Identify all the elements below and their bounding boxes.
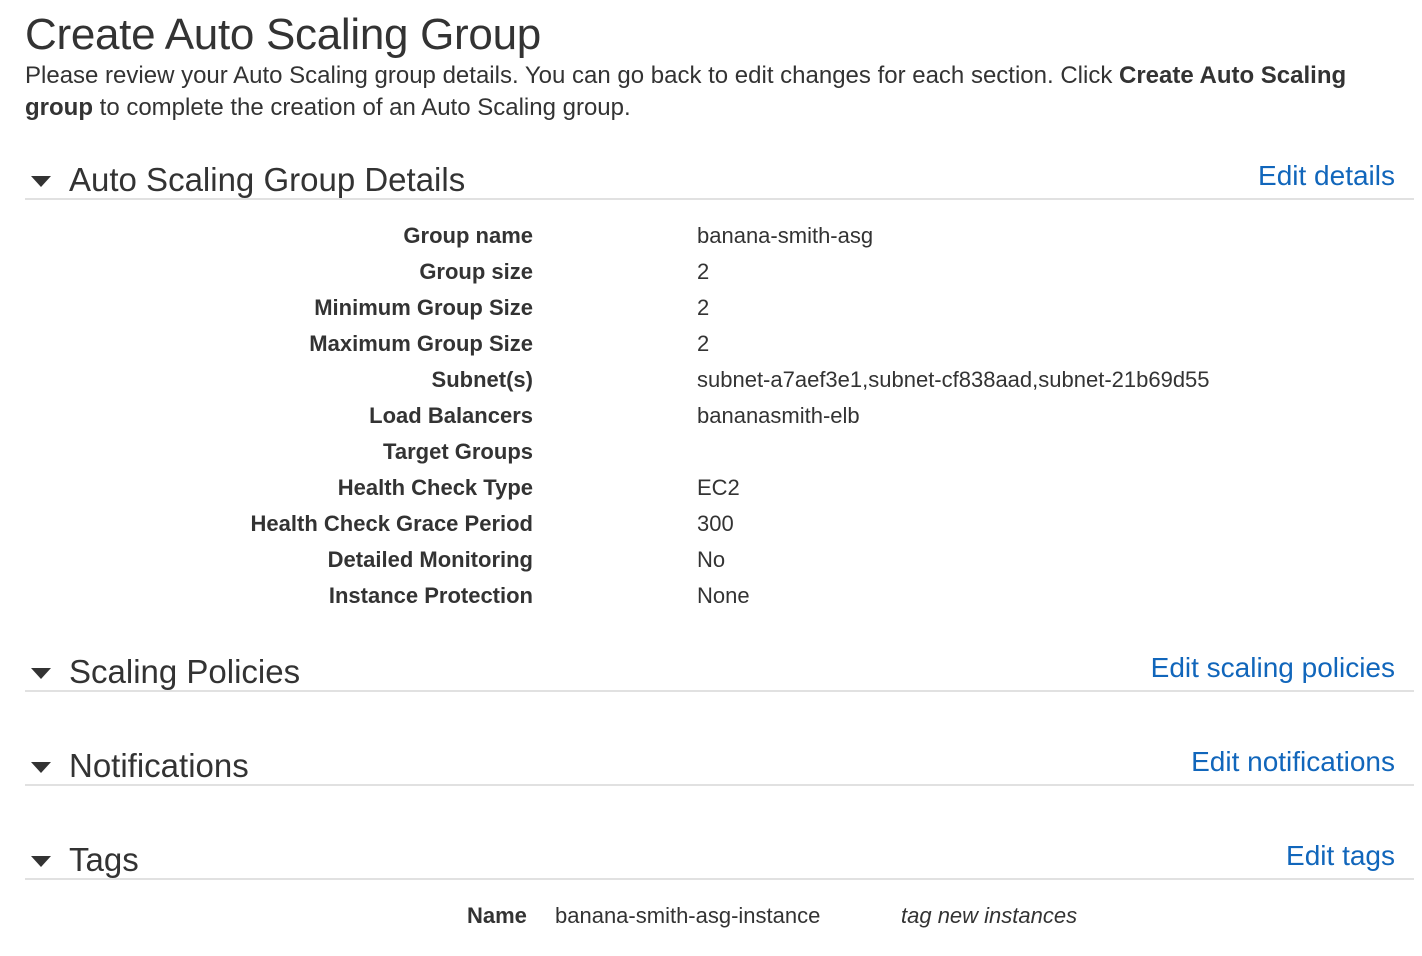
detail-value: 2 [697, 331, 710, 356]
detail-value: banana-smith-asg [697, 223, 874, 248]
section-header-tags: Tags Edit tags [25, 840, 1414, 880]
intro-text-end: to complete the creation of an Auto Scal… [92, 94, 631, 121]
create-asg-review-page: Create Auto Scaling Group Please review … [0, 0, 1422, 956]
collapse-triangle-icon[interactable] [31, 856, 51, 867]
detail-label: Maximum Group Size [309, 331, 533, 356]
detail-value: subnet-a7aef3e1,subnet-cf838aad,subnet-2… [697, 367, 1210, 392]
edit-notifications-link[interactable]: Edit notifications [1191, 742, 1395, 782]
detail-label: Subnet(s) [431, 367, 533, 392]
detail-value: No [697, 547, 726, 572]
detail-label: Load Balancers [369, 403, 533, 428]
detail-row-group-size: Group size 2 [0, 254, 1422, 290]
intro-text: Please review your Auto Scaling group de… [25, 60, 1385, 124]
collapse-triangle-icon[interactable] [31, 176, 51, 187]
detail-label: Minimum Group Size [314, 295, 533, 320]
tag-value: banana-smith-asg-instance [555, 903, 821, 928]
detail-row-min-size: Minimum Group Size 2 [0, 290, 1422, 326]
detail-value: EC2 [697, 475, 740, 500]
detail-value: None [697, 583, 750, 608]
detail-label: Health Check Grace Period [250, 511, 533, 536]
collapse-triangle-icon[interactable] [31, 762, 51, 773]
edit-tags-link[interactable]: Edit tags [1286, 836, 1395, 876]
section-header-notifications: Notifications Edit notifications [25, 746, 1414, 786]
detail-value: bananasmith-elb [697, 403, 860, 428]
detail-row-instance-protection: Instance Protection None [0, 578, 1422, 614]
detail-row-grace-period: Health Check Grace Period 300 [0, 506, 1422, 542]
detail-label: Instance Protection [328, 583, 533, 608]
detail-value: 2 [697, 295, 710, 320]
section-title-details: Auto Scaling Group Details [69, 161, 466, 198]
detail-row-group-name: Group name banana-smith-asg [0, 218, 1422, 254]
detail-label: Detailed Monitoring [327, 547, 533, 572]
edit-details-link[interactable]: Edit details [1258, 156, 1395, 196]
section-title-tags: Tags [69, 841, 139, 878]
section-title-notifications: Notifications [69, 747, 249, 784]
detail-label: Group name [403, 223, 533, 248]
detail-label: Health Check Type [337, 475, 533, 500]
detail-row-subnets: Subnet(s) subnet-a7aef3e1,subnet-cf838aa… [0, 362, 1422, 398]
tag-row: Name banana-smith-asg-instance tag new i… [0, 898, 1422, 934]
detail-label: Target Groups [383, 439, 533, 464]
detail-row-max-size: Maximum Group Size 2 [0, 326, 1422, 362]
detail-row-load-balancers: Load Balancers bananasmith-elb [0, 398, 1422, 434]
intro-text-start: Please review your Auto Scaling group de… [25, 62, 1119, 89]
section-header-details: Auto Scaling Group Details Edit details [25, 160, 1414, 200]
collapse-triangle-icon[interactable] [31, 668, 51, 679]
section-title-scaling-policies: Scaling Policies [69, 653, 301, 690]
detail-row-health-check-type: Health Check Type EC2 [0, 470, 1422, 506]
detail-value: 300 [697, 511, 734, 536]
edit-scaling-policies-link[interactable]: Edit scaling policies [1151, 648, 1395, 688]
detail-label: Group size [419, 259, 533, 284]
detail-row-detailed-monitoring: Detailed Monitoring No [0, 542, 1422, 578]
section-header-scaling-policies: Scaling Policies Edit scaling policies [25, 652, 1414, 692]
page-title: Create Auto Scaling Group [25, 10, 541, 59]
detail-row-target-groups: Target Groups [0, 434, 1422, 470]
tag-propagate-note: tag new instances [901, 903, 1078, 928]
detail-value: 2 [697, 259, 710, 284]
tag-key: Name [467, 903, 527, 928]
